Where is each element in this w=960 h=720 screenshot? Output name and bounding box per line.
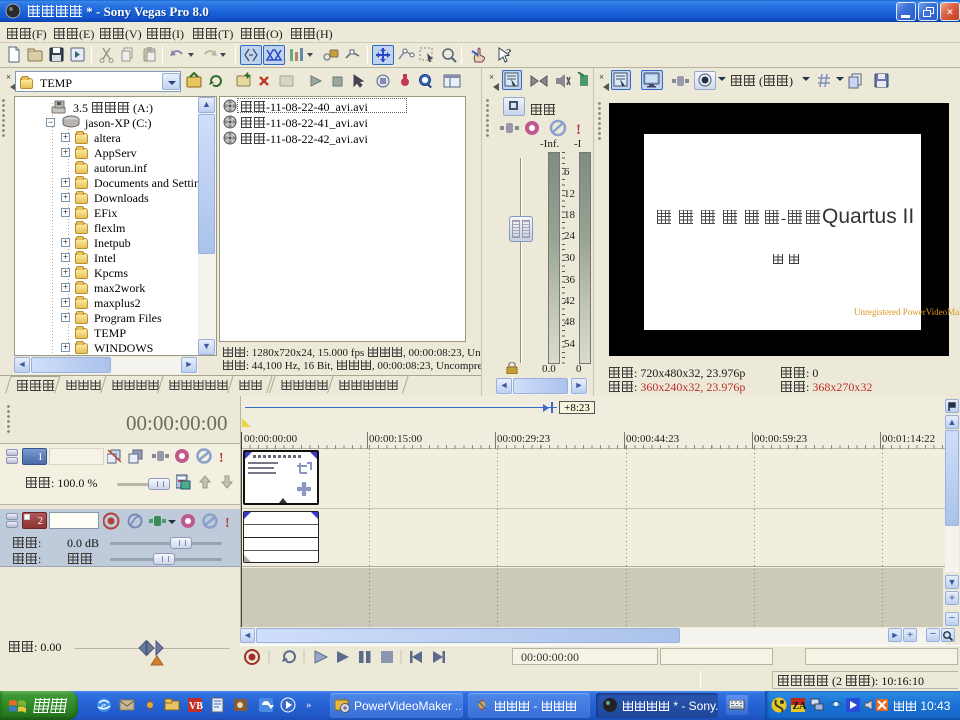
- svg-text:ZA: ZA: [793, 701, 808, 712]
- svg-text:e: e: [101, 700, 106, 712]
- svg-text:!: !: [576, 122, 580, 137]
- svg-text:VB: VB: [189, 701, 203, 712]
- svg-text:!: !: [219, 451, 224, 466]
- svg-text:?: ?: [506, 47, 512, 59]
- svg-text:!: !: [225, 516, 230, 530]
